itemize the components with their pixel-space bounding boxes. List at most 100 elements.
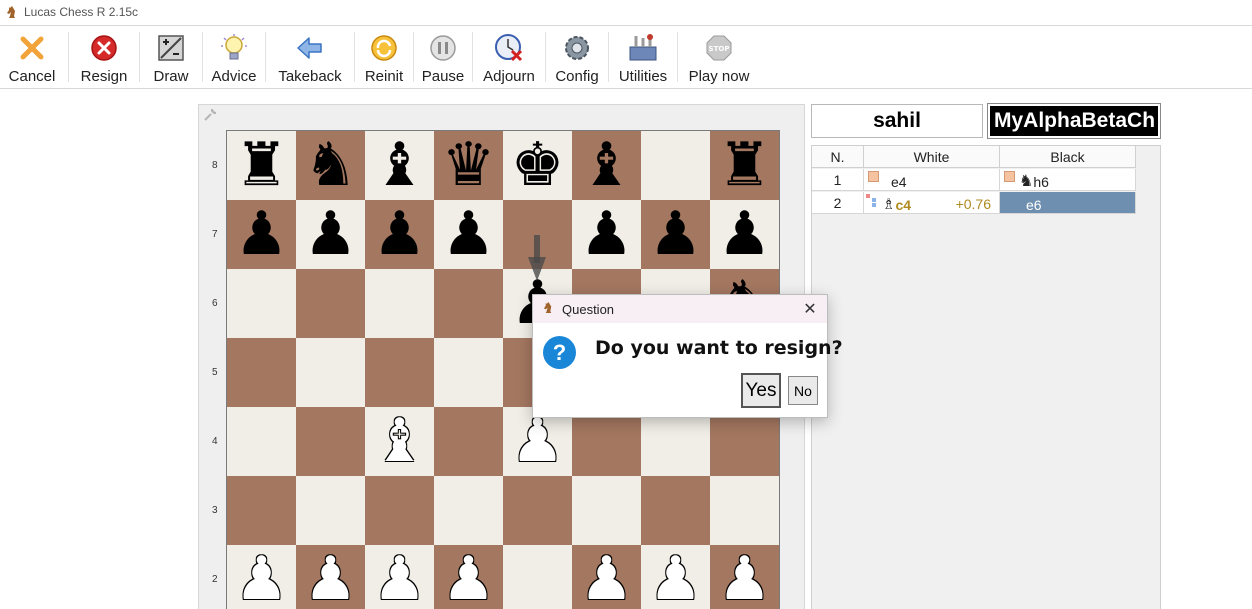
utilities-icon [627, 32, 659, 64]
board-square[interactable] [572, 476, 641, 545]
board-square[interactable] [227, 407, 296, 476]
board-square[interactable]: ♟ [572, 545, 641, 609]
reinit-button[interactable]: Reinit [361, 26, 407, 88]
board-square[interactable]: ♟ [434, 200, 503, 269]
black-pawn-icon[interactable]: ♟ [373, 200, 427, 269]
board-square[interactable] [710, 476, 779, 545]
white-pawn-icon[interactable]: ♟ [442, 545, 496, 609]
pause-button[interactable]: Pause [420, 26, 466, 88]
black-move-cell[interactable]: ♞ h6 [1000, 169, 1136, 191]
title-bar: Lucas Chess R 2.15c [0, 0, 1252, 24]
board-square[interactable]: ♟ [227, 545, 296, 609]
board-square[interactable]: ♟ [296, 200, 365, 269]
black-player-name: MyAlphaBetaCh [987, 103, 1161, 139]
white-bishop-icon[interactable]: ♝ [373, 407, 427, 476]
white-move-cell[interactable]: e4 [864, 169, 1000, 191]
board-square[interactable] [434, 407, 503, 476]
board-square[interactable] [227, 269, 296, 338]
yes-button[interactable]: Yes [741, 373, 781, 408]
board-square[interactable]: ♟ [641, 545, 710, 609]
black-knight-icon[interactable]: ♞ [304, 131, 358, 200]
black-rook-icon[interactable]: ♜ [718, 131, 772, 200]
board-square[interactable]: ♟ [641, 200, 710, 269]
board-square[interactable] [227, 338, 296, 407]
cancel-button[interactable]: Cancel [2, 26, 62, 88]
board-square[interactable]: ♟ [365, 545, 434, 609]
move-number-cell[interactable]: 2 [812, 192, 864, 214]
reinit-label: Reinit [364, 68, 404, 85]
board-square[interactable]: ♟ [227, 200, 296, 269]
dialog-title-bar[interactable]: Question ✕ [533, 295, 827, 323]
board-square[interactable]: ♝ [365, 407, 434, 476]
white-pawn-icon[interactable]: ♟ [304, 545, 358, 609]
board-square[interactable] [296, 338, 365, 407]
black-bishop-icon[interactable]: ♝ [373, 131, 427, 200]
black-pawn-icon[interactable]: ♟ [304, 200, 358, 269]
no-button[interactable]: No [788, 376, 818, 405]
board-square[interactable] [434, 476, 503, 545]
rank-label: 4 [212, 436, 218, 447]
column-header-number[interactable]: N. [812, 146, 864, 168]
board-square[interactable]: ♟ [710, 545, 779, 609]
move-number-cell[interactable]: 1 [812, 169, 864, 191]
board-square[interactable]: ♟ [572, 200, 641, 269]
toolbar-separator [545, 32, 546, 82]
white-move-cell[interactable]: ♗ c4 +0.76 [864, 192, 1000, 214]
utilities-button[interactable]: Utilities [615, 26, 671, 88]
config-button[interactable]: Config [552, 26, 602, 88]
close-icon[interactable]: ✕ [801, 299, 819, 318]
board-square[interactable]: ♟ [434, 545, 503, 609]
board-square[interactable] [365, 338, 434, 407]
rank-label: 8 [212, 160, 218, 171]
draw-button[interactable]: Draw [146, 26, 196, 88]
board-square[interactable]: ♟ [365, 200, 434, 269]
board-square[interactable]: ♟ [296, 545, 365, 609]
rank-label: 2 [212, 574, 218, 585]
black-queen-icon[interactable]: ♛ [442, 131, 496, 200]
takeback-button[interactable]: Takeback [272, 26, 348, 88]
white-pawn-icon[interactable]: ♟ [580, 545, 634, 609]
black-pawn-icon[interactable]: ♟ [442, 200, 496, 269]
board-square[interactable] [296, 407, 365, 476]
play-now-button[interactable]: STOP Play now [684, 26, 754, 88]
column-header-black[interactable]: Black [1000, 146, 1136, 168]
white-pawn-icon[interactable]: ♟ [373, 545, 427, 609]
adjourn-button[interactable]: Adjourn [479, 26, 539, 88]
board-square[interactable]: ♟ [710, 200, 779, 269]
white-pawn-icon[interactable]: ♟ [718, 545, 772, 609]
board-square[interactable]: ♛ [434, 131, 503, 200]
toolbar-separator [677, 32, 678, 82]
black-pawn-icon[interactable]: ♟ [235, 200, 289, 269]
black-king-icon[interactable]: ♚ [511, 131, 565, 200]
black-move-cell-selected[interactable]: e6 [1000, 192, 1136, 214]
board-square[interactable]: ♜ [710, 131, 779, 200]
board-square[interactable] [365, 476, 434, 545]
cancel-icon [16, 32, 48, 64]
board-square[interactable] [365, 269, 434, 338]
board-square[interactable] [434, 269, 503, 338]
board-square[interactable] [296, 269, 365, 338]
board-square[interactable]: ♜ [227, 131, 296, 200]
black-pawn-icon[interactable]: ♟ [649, 200, 703, 269]
board-square[interactable]: ♝ [365, 131, 434, 200]
black-bishop-icon[interactable]: ♝ [580, 131, 634, 200]
board-square[interactable] [503, 545, 572, 609]
board-square[interactable]: ♞ [296, 131, 365, 200]
board-square[interactable] [227, 476, 296, 545]
board-square[interactable]: ♚ [503, 131, 572, 200]
column-header-white[interactable]: White [864, 146, 1000, 168]
white-pawn-icon[interactable]: ♟ [649, 545, 703, 609]
wrench-icon[interactable] [203, 108, 217, 126]
advice-button[interactable]: Advice [209, 26, 259, 88]
board-square[interactable] [434, 338, 503, 407]
black-rook-icon[interactable]: ♜ [235, 131, 289, 200]
board-square[interactable] [641, 131, 710, 200]
black-pawn-icon[interactable]: ♟ [718, 200, 772, 269]
board-square[interactable] [641, 476, 710, 545]
resign-button[interactable]: Resign [75, 26, 133, 88]
board-square[interactable] [503, 476, 572, 545]
black-pawn-icon[interactable]: ♟ [580, 200, 634, 269]
white-pawn-icon[interactable]: ♟ [235, 545, 289, 609]
board-square[interactable]: ♝ [572, 131, 641, 200]
board-square[interactable] [296, 476, 365, 545]
